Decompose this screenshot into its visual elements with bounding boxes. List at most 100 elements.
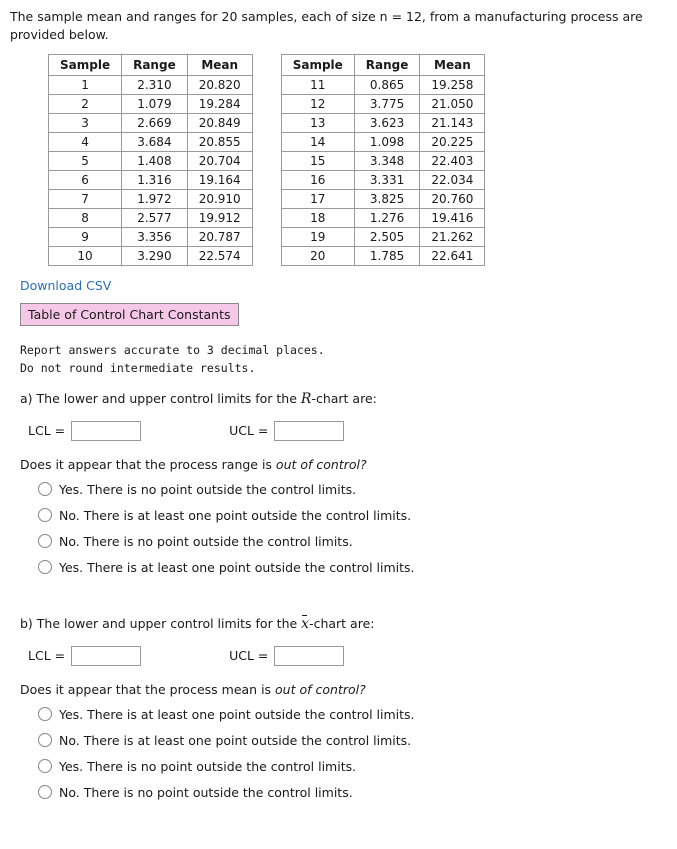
cell-sample: 5 (47, 151, 123, 172)
cell-mean: 19.284 (186, 94, 253, 115)
col-header-range: Range (353, 54, 421, 77)
part-a-limits: LCL = UCL = (28, 420, 667, 441)
part-a-lcl-input[interactable] (71, 420, 142, 441)
cell-range: 3.348 (353, 151, 421, 172)
table-header-row: Sample Range Mean (47, 54, 253, 77)
part-b-ucl-label: UCL = (229, 648, 269, 664)
table-row: 10 3.290 22.574 (47, 246, 253, 267)
part-a-prompt: a) The lower and upper control limits fo… (20, 391, 667, 407)
option-label: Yes. There is at least one point outside… (59, 706, 415, 722)
table-row: 5 1.408 20.704 (47, 151, 253, 172)
radio-button-icon[interactable] (38, 560, 52, 575)
part-b-question-pre: Does it appear that the process mean is (20, 681, 276, 697)
option-b-4[interactable]: No. There is no point outside the contro… (38, 785, 667, 800)
part-a-options: Yes. There is no point outside the contr… (38, 482, 667, 575)
table-row: 15 3.348 22.403 (280, 151, 486, 172)
table-row: 8 2.577 19.912 (47, 208, 253, 229)
cell-sample: 10 (47, 246, 123, 267)
part-b-question: Does it appear that the process mean is … (20, 682, 667, 697)
cell-sample: 11 (280, 75, 355, 96)
cell-sample: 20 (280, 246, 355, 267)
cell-mean: 20.910 (186, 189, 253, 210)
intro-text: The sample mean and ranges for 20 sample… (10, 9, 643, 43)
cell-mean: 19.258 (419, 75, 486, 96)
table-row: 14 1.098 20.225 (280, 132, 486, 153)
col-header-mean: Mean (186, 54, 253, 77)
cell-sample: 17 (280, 189, 355, 210)
part-b-ucl-input[interactable] (274, 645, 345, 666)
option-b-3[interactable]: Yes. There is no point outside the contr… (38, 759, 667, 774)
cell-range: 1.972 (121, 189, 188, 210)
cell-sample: 4 (47, 132, 123, 153)
radio-button-icon[interactable] (38, 534, 52, 549)
cell-range: 2.505 (353, 227, 421, 248)
radio-button-icon[interactable] (38, 482, 52, 497)
option-a-3[interactable]: No. There is no point outside the contro… (38, 534, 667, 549)
part-a-ucl-input[interactable] (274, 420, 345, 441)
cell-range: 3.825 (353, 189, 421, 210)
cell-mean: 20.855 (186, 132, 253, 153)
cell-mean: 20.849 (186, 113, 253, 134)
option-label: Yes. There is no point outside the contr… (59, 758, 357, 774)
radio-button-icon[interactable] (38, 785, 52, 800)
option-a-2[interactable]: No. There is at least one point outside … (38, 508, 667, 523)
table-row: 20 1.785 22.641 (280, 246, 486, 267)
option-a-4[interactable]: Yes. There is at least one point outside… (38, 560, 667, 575)
cell-range: 3.290 (121, 246, 188, 267)
table-row: 16 3.331 22.034 (280, 170, 486, 191)
part-a-lcl-label: LCL = (28, 423, 66, 439)
table-row: 4 3.684 20.855 (47, 132, 253, 153)
radio-button-icon[interactable] (38, 508, 52, 523)
cell-sample: 3 (47, 113, 123, 134)
table-row: 11 0.865 19.258 (280, 75, 486, 96)
cell-range: 1.276 (353, 208, 421, 229)
table-row: 2 1.079 19.284 (47, 94, 253, 115)
part-b-prompt-post: -chart are: (309, 615, 375, 631)
part-b-prompt: b) The lower and upper control limits fo… (20, 614, 667, 632)
cell-mean: 21.143 (419, 113, 486, 134)
cell-range: 2.577 (121, 208, 188, 229)
cell-sample: 7 (47, 189, 123, 210)
part-b-options: Yes. There is at least one point outside… (38, 707, 667, 800)
part-a-prompt-post: -chart are: (311, 390, 377, 406)
samples-table-left: Sample Range Mean 1 2.310 20.820 2 1.079 19.2… (47, 54, 253, 267)
radio-button-icon[interactable] (38, 759, 52, 774)
cell-sample: 9 (47, 227, 123, 248)
radio-button-icon[interactable] (38, 733, 52, 748)
option-a-1[interactable]: Yes. There is no point outside the contr… (38, 482, 667, 497)
download-csv-link[interactable]: Download CSV (20, 278, 111, 293)
cell-range: 1.408 (121, 151, 188, 172)
option-label: No. There is at least one point outside … (59, 507, 412, 523)
cell-mean: 19.416 (419, 208, 486, 229)
cell-sample: 19 (280, 227, 355, 248)
part-b-question-emphasis: out of control? (275, 681, 366, 697)
table-row: 18 1.276 19.416 (280, 208, 486, 229)
cell-mean: 22.641 (419, 246, 486, 267)
cell-mean: 21.050 (419, 94, 486, 115)
table-row: 3 2.669 20.849 (47, 113, 253, 134)
cell-range: 3.623 (353, 113, 421, 134)
cell-range: 1.316 (121, 170, 188, 191)
cell-range: 2.310 (121, 75, 188, 96)
cell-mean: 22.574 (186, 246, 253, 267)
col-header-mean: Mean (419, 54, 486, 77)
cell-mean: 22.034 (419, 170, 486, 191)
cell-sample: 18 (280, 208, 355, 229)
option-b-2[interactable]: No. There is at least one point outside … (38, 733, 667, 748)
option-label: No. There is at least one point outside … (59, 732, 412, 748)
part-b-prompt-pre: b) The lower and upper control limits fo… (20, 615, 302, 631)
part-b-lcl-input[interactable] (71, 645, 142, 666)
option-b-1[interactable]: Yes. There is at least one point outside… (38, 707, 667, 722)
table-row: 7 1.972 20.910 (47, 189, 253, 210)
radio-button-icon[interactable] (38, 707, 52, 722)
table-row: 12 3.775 21.050 (280, 94, 486, 115)
cell-mean: 19.912 (186, 208, 253, 229)
part-b-symbol: x (301, 615, 310, 632)
instruction-line-1: Report answers accurate to 3 decimal pla… (20, 343, 325, 358)
table-row: 17 3.825 20.760 (280, 189, 486, 210)
part-b-lcl-label: LCL = (28, 648, 66, 664)
control-chart-constants-button[interactable]: Table of Control Chart Constants (20, 303, 239, 327)
part-a-question-emphasis: out of control? (275, 456, 367, 472)
cell-range: 3.331 (353, 170, 421, 191)
cell-sample: 15 (280, 151, 355, 172)
